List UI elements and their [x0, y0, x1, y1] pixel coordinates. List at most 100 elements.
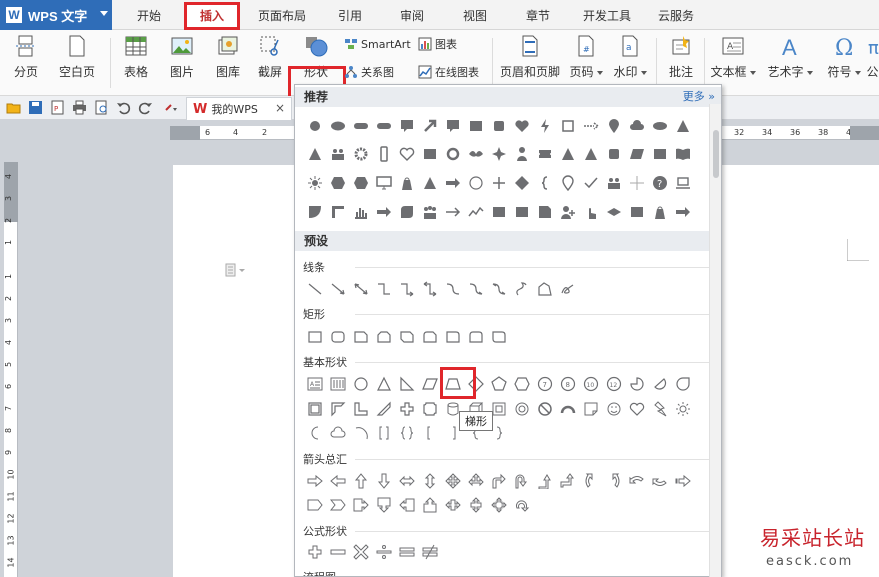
barchart-shape-icon[interactable] — [349, 201, 372, 223]
line-shape-icon[interactable] — [303, 278, 326, 300]
print-icon[interactable] — [72, 100, 87, 115]
snipdiag-shape-icon[interactable] — [395, 326, 418, 348]
scribble-shape-icon[interactable] — [556, 278, 579, 300]
m-minus-shape-icon[interactable] — [326, 541, 349, 563]
diamond-shape-icon[interactable] — [510, 172, 533, 194]
box-shape-icon[interactable] — [464, 115, 487, 137]
online-chart-button[interactable]: 在线图表 — [418, 63, 479, 81]
ar-curvr-shape-icon[interactable] — [579, 470, 602, 492]
oval2-shape-icon[interactable] — [349, 373, 372, 395]
textbox-shape-icon[interactable]: A — [303, 373, 326, 395]
m-mult-shape-icon[interactable] — [349, 541, 372, 563]
bubble-shape-icon[interactable] — [395, 115, 418, 137]
ar-bent-shape-icon[interactable] — [487, 470, 510, 492]
frame2-shape-icon[interactable] — [303, 398, 326, 420]
ar-callud-shape-icon[interactable] — [464, 494, 487, 516]
pin-shape-icon[interactable] — [602, 115, 625, 137]
elbowarr-shape-icon[interactable] — [395, 278, 418, 300]
ar-call4-shape-icon[interactable] — [487, 494, 510, 516]
cloud2-shape-icon[interactable] — [326, 422, 349, 444]
ar-curvl-shape-icon[interactable] — [602, 470, 625, 492]
cross-shape-icon[interactable] — [625, 172, 648, 194]
lbrkt-shape-icon[interactable] — [418, 422, 441, 444]
brace-shape-icon[interactable] — [533, 172, 556, 194]
blank-page-button[interactable]: 空白页 — [50, 34, 104, 92]
print-preview-icon[interactable] — [94, 100, 109, 115]
tab-developer[interactable]: 开发工具 — [576, 6, 638, 28]
plus-shape-icon[interactable] — [487, 172, 510, 194]
snip1-shape-icon[interactable] — [349, 326, 372, 348]
people-shape-icon[interactable] — [326, 143, 349, 165]
tab-view[interactable]: 视图 — [455, 6, 495, 28]
quarter-shape-icon[interactable] — [303, 201, 326, 223]
ar-l-shape-icon[interactable] — [326, 470, 349, 492]
hand-shape-icon[interactable] — [579, 201, 602, 223]
curvedbl-shape-icon[interactable] — [487, 278, 510, 300]
book-shape-icon[interactable] — [671, 143, 694, 165]
lshape-shape-icon[interactable] — [349, 398, 372, 420]
check-shape-icon[interactable] — [579, 172, 602, 194]
table-button[interactable]: 表格 — [116, 34, 156, 92]
panel-scrollbar[interactable] — [709, 104, 721, 577]
ar-3-shape-icon[interactable] — [464, 470, 487, 492]
roundsq-shape-icon[interactable] — [395, 201, 418, 223]
hollowsq-shape-icon[interactable] — [556, 115, 579, 137]
monitor-shape-icon[interactable] — [372, 172, 395, 194]
fold-shape-icon[interactable] — [579, 398, 602, 420]
tab-review[interactable]: 审阅 — [392, 6, 432, 28]
ticket-shape-icon[interactable] — [533, 143, 556, 165]
heart2-shape-icon[interactable] — [625, 398, 648, 420]
dec-shape-icon[interactable]: 10 — [579, 373, 602, 395]
tab-home[interactable]: 开始 — [126, 6, 172, 28]
ar-curvu-shape-icon[interactable] — [625, 470, 648, 492]
box-shape-icon[interactable] — [510, 201, 533, 223]
moon-shape-icon[interactable] — [303, 422, 326, 444]
chord-shape-icon[interactable] — [648, 373, 671, 395]
rrect-shape-icon[interactable] — [326, 326, 349, 348]
scurve-shape-icon[interactable] — [510, 278, 533, 300]
ar-bup-shape-icon[interactable] — [556, 470, 579, 492]
frame-shape-icon[interactable] — [326, 201, 349, 223]
page-break-button[interactable]: 分页 — [6, 34, 46, 92]
thinarrow-shape-icon[interactable] — [441, 201, 464, 223]
box-shape-icon[interactable] — [648, 143, 671, 165]
flatdiamond-shape-icon[interactable] — [602, 201, 625, 223]
ar-u-shape-icon[interactable] — [349, 470, 372, 492]
paragraph-marker-icon[interactable] — [225, 263, 247, 280]
dodec-shape-icon[interactable]: 12 — [602, 373, 625, 395]
rarrow-shape-icon[interactable] — [372, 201, 395, 223]
cloud-shape-icon[interactable] — [625, 115, 648, 137]
square-shape-icon[interactable] — [602, 143, 625, 165]
linearrow-shape-icon[interactable] — [326, 278, 349, 300]
undo-icon[interactable] — [116, 100, 131, 115]
brkt-shape-icon[interactable] — [372, 422, 395, 444]
m-div-shape-icon[interactable] — [372, 541, 395, 563]
wordart-button[interactable]: A 艺术字 — [764, 34, 816, 92]
document-tab[interactable]: W 我的WPS × — [186, 97, 292, 120]
picture-button[interactable]: 图片 — [160, 34, 204, 92]
ar-ud-shape-icon[interactable] — [418, 470, 441, 492]
ar-circ-shape-icon[interactable] — [510, 494, 533, 516]
curvearr-shape-icon[interactable] — [464, 278, 487, 300]
tab-page-layout[interactable]: 页面布局 — [252, 6, 312, 28]
snip2-shape-icon[interactable] — [372, 326, 395, 348]
star4-shape-icon[interactable] — [487, 143, 510, 165]
snip-shape-icon[interactable] — [533, 201, 556, 223]
symbol-button[interactable]: Ω 符号 — [822, 34, 866, 92]
nosym-shape-icon[interactable] — [533, 398, 556, 420]
ar-4-shape-icon[interactable] — [441, 470, 464, 492]
freeform-shape-icon[interactable] — [533, 278, 556, 300]
open-folder-icon[interactable] — [6, 100, 21, 115]
teardrop-shape-icon[interactable] — [671, 373, 694, 395]
tri-shape-icon[interactable] — [671, 115, 694, 137]
ar-lu-shape-icon[interactable] — [533, 470, 556, 492]
ar-chev-shape-icon[interactable] — [326, 494, 349, 516]
tab-references[interactable]: 引用 — [330, 6, 370, 28]
square-shape-icon[interactable] — [487, 115, 510, 137]
ar-calld-shape-icon[interactable] — [372, 494, 395, 516]
save-icon[interactable] — [28, 100, 43, 115]
box-shape-icon[interactable] — [625, 201, 648, 223]
pentagon-shape-icon[interactable] — [487, 373, 510, 395]
rrect1-shape-icon[interactable] — [441, 326, 464, 348]
ar-r-shape-icon[interactable] — [303, 470, 326, 492]
